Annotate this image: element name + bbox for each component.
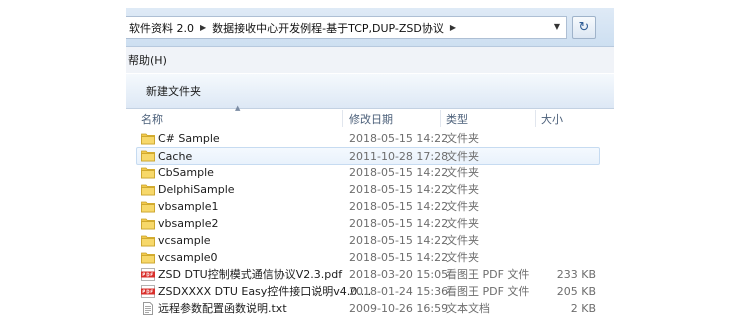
file-row[interactable]: DelphiSample 2018-05-15 14:22 文件夹	[126, 181, 614, 198]
folder-icon	[141, 132, 155, 145]
column-divider[interactable]	[535, 110, 536, 127]
file-name: DelphiSample	[158, 183, 235, 196]
file-name: vcsample	[158, 234, 211, 247]
file-size	[541, 249, 596, 266]
file-name: ZSDXXXX DTU Easy控件接口说明v4.0....	[158, 285, 372, 298]
file-type: 文本文档	[446, 302, 490, 315]
file-name: vbsample2	[158, 217, 219, 230]
file-type: 文件夹	[446, 150, 479, 163]
file-row[interactable]: ZSD DTU控制模式通信协议V2.3.pdf 2018-03-20 15:05 看…	[126, 266, 614, 283]
column-date-label: 修改日期	[349, 112, 393, 126]
folder-icon	[141, 166, 155, 179]
file-name: C# Sample	[158, 132, 220, 145]
breadcrumb-item[interactable]: 软件资料 2.0	[126, 20, 197, 36]
menu-bar: 帮助(H)	[126, 47, 614, 73]
text-file-icon	[141, 302, 155, 315]
file-type: 看图王 PDF 文件	[446, 285, 530, 298]
file-row[interactable]: Cache 2011-10-28 17:28 文件夹	[136, 147, 600, 165]
refresh-icon: ↻	[578, 20, 590, 35]
file-size	[541, 181, 596, 198]
file-modified-date: 2018-01-24 15:36	[349, 285, 449, 298]
file-size	[541, 198, 596, 215]
address-box[interactable]: 软件资料 2.0 ▶ 数据接收中心开发例程-基于TCP,DUP-ZSD协议 ▶	[126, 16, 567, 39]
file-name: ZSD DTU控制模式通信协议V2.3.pdf	[158, 268, 343, 281]
pdf-icon	[141, 285, 155, 298]
file-row[interactable]: vcsample 2018-05-15 14:22 文件夹	[126, 232, 614, 249]
file-name: vcsample0	[158, 251, 218, 264]
file-name: Cache	[158, 150, 193, 163]
folder-icon	[141, 251, 155, 264]
file-type: 文件夹	[446, 200, 479, 213]
column-header-size[interactable]: 大小	[541, 108, 601, 129]
file-type: 文件夹	[446, 166, 479, 179]
column-divider[interactable]	[440, 110, 441, 127]
file-type: 文件夹	[446, 234, 479, 247]
file-modified-date: 2018-05-15 14:22	[349, 132, 449, 145]
column-header-type[interactable]: 类型	[446, 108, 534, 129]
file-size	[541, 130, 596, 147]
folder-icon	[141, 200, 155, 213]
file-row[interactable]: 远程参数配置函数说明.txt 2009-10-26 16:59 文本文档 2 KB	[126, 300, 614, 316]
file-row[interactable]: vbsample1 2018-05-15 14:22 文件夹	[126, 198, 614, 215]
file-type: 文件夹	[446, 183, 479, 196]
file-size	[541, 164, 596, 181]
file-modified-date: 2018-05-15 14:22	[349, 200, 449, 213]
file-size: 2 KB	[570, 302, 596, 315]
file-name: 远程参数配置函数说明.txt	[158, 302, 287, 315]
file-modified-date: 2011-10-28 17:28	[349, 150, 449, 163]
file-type: 文件夹	[446, 251, 479, 264]
file-row[interactable]: ZSDXXXX DTU Easy控件接口说明v4.0.... 2018-01-24…	[126, 283, 614, 300]
file-type: 文件夹	[446, 217, 479, 230]
command-toolbar: 新建文件夹	[126, 73, 614, 109]
file-name: vbsample1	[158, 200, 219, 213]
breadcrumb-separator-icon[interactable]: ▶	[197, 23, 209, 32]
file-row[interactable]: CbSample 2018-05-15 14:22 文件夹	[126, 164, 614, 181]
file-row[interactable]: vbsample2 2018-05-15 14:22 文件夹	[126, 215, 614, 232]
folder-icon	[141, 234, 155, 247]
menu-help[interactable]: 帮助(H)	[126, 52, 169, 68]
pdf-icon	[141, 268, 155, 281]
address-history-dropdown-icon[interactable]: ▼	[547, 16, 567, 37]
folder-icon	[141, 149, 155, 162]
column-header-date[interactable]: 修改日期	[349, 108, 441, 129]
file-modified-date: 2018-05-15 14:22	[349, 251, 449, 264]
file-row[interactable]: C# Sample 2018-05-15 14:22 文件夹	[126, 130, 614, 147]
breadcrumb-item[interactable]: 数据接收中心开发例程-基于TCP,DUP-ZSD协议	[209, 20, 447, 36]
file-modified-date: 2018-05-15 14:22	[349, 217, 449, 230]
file-modified-date: 2018-05-15 14:22	[349, 166, 449, 179]
file-modified-date: 2018-05-15 14:22	[349, 234, 449, 247]
column-divider[interactable]	[342, 110, 343, 127]
file-size	[552, 148, 607, 165]
column-type-label: 类型	[446, 112, 468, 126]
file-type: 文件夹	[446, 132, 479, 145]
new-folder-button[interactable]: 新建文件夹	[146, 83, 201, 99]
file-modified-date: 2018-05-15 14:22	[349, 183, 449, 196]
file-size	[541, 215, 596, 232]
folder-icon	[141, 183, 155, 196]
folder-icon	[141, 217, 155, 230]
file-size: 233 KB	[556, 268, 596, 281]
file-modified-date: 2009-10-26 16:59	[349, 302, 449, 315]
breadcrumb-separator-icon[interactable]: ▶	[447, 23, 459, 32]
column-header: ▲ 名称 修改日期 类型 大小	[126, 104, 614, 129]
file-name: CbSample	[158, 166, 214, 179]
column-size-label: 大小	[541, 112, 563, 126]
refresh-button[interactable]: ↻	[572, 16, 596, 39]
explorer-window: 软件资料 2.0 ▶ 数据接收中心开发例程-基于TCP,DUP-ZSD协议 ▶ …	[126, 8, 614, 316]
file-row[interactable]: vcsample0 2018-05-15 14:22 文件夹	[126, 249, 614, 266]
file-size	[541, 232, 596, 249]
file-size: 205 KB	[556, 285, 596, 298]
column-header-name[interactable]: 名称	[141, 108, 341, 129]
address-bar-area: 软件资料 2.0 ▶ 数据接收中心开发例程-基于TCP,DUP-ZSD协议 ▶ …	[126, 8, 614, 47]
column-name-label: 名称	[141, 112, 163, 126]
file-type: 看图王 PDF 文件	[446, 268, 530, 281]
file-modified-date: 2018-03-20 15:05	[349, 268, 449, 281]
